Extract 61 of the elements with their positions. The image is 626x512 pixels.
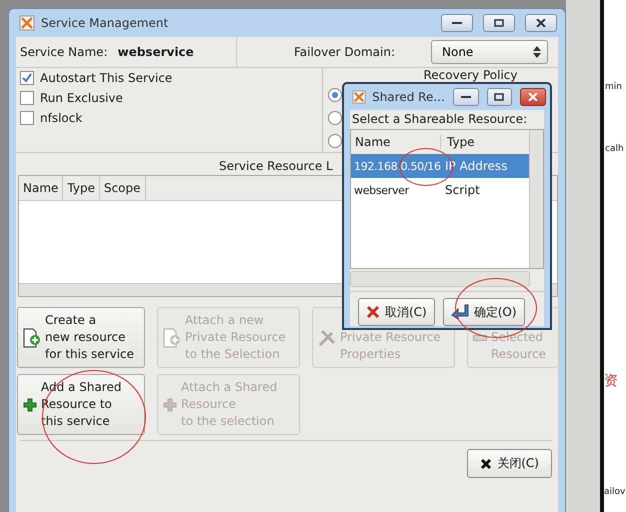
- close-icon: [480, 458, 492, 470]
- service-name: webservice: [118, 45, 194, 59]
- app-icon: [19, 15, 35, 31]
- app-icon: [352, 89, 366, 105]
- enter-arrow-icon: [450, 304, 469, 320]
- table-cell-text: Script: [444, 183, 480, 197]
- column-header[interactable]: Scope: [100, 176, 146, 200]
- minimize-icon: [460, 95, 471, 99]
- checkbox-label: nfslock: [40, 111, 82, 125]
- checkbox[interactable]: [20, 91, 34, 105]
- table-cell-text: webserver: [353, 184, 410, 196]
- checkbox-label: Run Exclusive: [40, 91, 123, 105]
- close-icon: [528, 93, 538, 101]
- close-icon: [536, 19, 546, 27]
- minimize-icon: [452, 21, 462, 25]
- radio-button[interactable]: [328, 134, 342, 148]
- vertical-scrollbar[interactable]: [529, 130, 543, 268]
- close-button[interactable]: [525, 14, 557, 32]
- section-title: Service Resource L: [219, 159, 333, 173]
- dialog-title: Shared Re...: [372, 90, 445, 104]
- add-document-icon: [23, 328, 41, 348]
- failover-domain-select[interactable]: None: [431, 40, 548, 64]
- background-text: calh: [605, 144, 624, 154]
- checkbox[interactable]: [20, 111, 34, 125]
- list-row[interactable]: webserver Script: [351, 178, 529, 202]
- background-text: ailov: [604, 487, 626, 497]
- close-dialog-button[interactable]: 关闭(C): [467, 449, 552, 478]
- column-header[interactable]: Type: [63, 176, 100, 200]
- column-header[interactable]: Name: [351, 135, 441, 149]
- maximize-button[interactable]: [486, 88, 512, 106]
- maximize-button[interactable]: [483, 14, 515, 32]
- checkmark-icon: [22, 73, 32, 83]
- maximize-icon: [494, 93, 504, 101]
- add-document-icon: [163, 328, 181, 348]
- cross-icon: [366, 305, 380, 319]
- plus-icon: [23, 398, 37, 412]
- cancel-button[interactable]: 取消(C): [358, 298, 435, 326]
- radio-button[interactable]: [328, 88, 342, 102]
- column-header[interactable]: Type: [441, 135, 475, 149]
- plus-icon: [163, 398, 177, 412]
- checkbox[interactable]: [20, 71, 34, 85]
- service-name-label: Service Name:: [20, 45, 108, 59]
- ok-button[interactable]: 确定(O): [442, 298, 525, 326]
- minimize-button[interactable]: [452, 88, 479, 106]
- checkbox-label: Autostart This Service: [40, 71, 172, 85]
- spinner-arrows-icon: [533, 45, 541, 59]
- close-button[interactable]: [520, 88, 546, 106]
- background-text: min: [605, 82, 622, 92]
- background-text: 资: [604, 372, 618, 390]
- action-button[interactable]: Create a new resource for this service: [17, 307, 145, 368]
- dialog-prompt: Select a Shareable Resource:: [351, 112, 528, 126]
- radio-dot: [332, 92, 338, 98]
- minus-icon: [473, 334, 487, 340]
- maximize-icon: [494, 19, 504, 27]
- horizontal-scrollbar[interactable]: [350, 271, 530, 287]
- window-title: Service Management: [41, 16, 170, 30]
- section-title: Recovery Policy: [422, 68, 518, 82]
- failover-domain-label: Failover Domain:: [294, 45, 395, 59]
- radio-button[interactable]: [328, 111, 342, 125]
- minimize-button[interactable]: [441, 14, 473, 32]
- column-header[interactable]: Name: [19, 176, 64, 200]
